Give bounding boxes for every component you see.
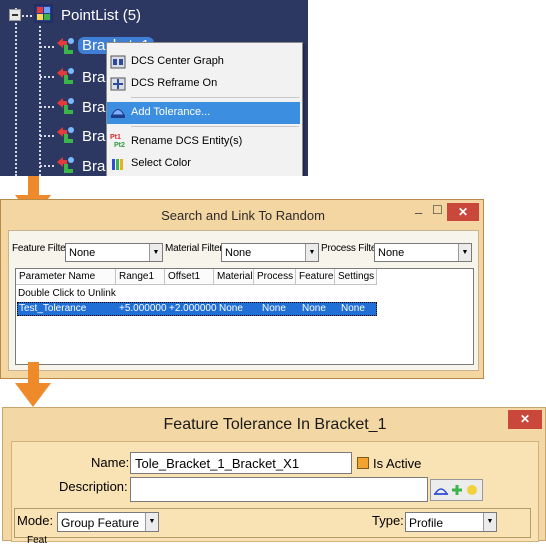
is-active-label: Is Active [373,456,422,471]
cell-process: None [262,303,286,314]
menu-separator [131,97,299,98]
material-filter-combo[interactable]: None ▼ [221,243,319,262]
tolerance-symbol-button[interactable] [430,479,483,501]
description-label: Description: [59,479,128,494]
cell-material: None [219,303,243,314]
tree-connector [40,135,54,137]
tree-connector [40,76,54,78]
description-field[interactable] [130,477,428,502]
process-filter-label: Process Filter [321,243,380,254]
context-menu: DCS Center Graph DCS Reframe On Add Tole… [106,42,303,176]
cell-range1: +5.000000 [119,303,167,314]
dialog-title: Feature Tolerance In Bracket_1 [163,416,387,433]
tree-connector [40,165,54,167]
tree-connector [15,8,17,176]
minimize-button[interactable]: – [415,205,422,220]
column-header-settings[interactable]: Settings [335,269,377,285]
process-filter-combo[interactable]: None ▼ [374,243,472,262]
menu-item-label: Select Color [131,157,191,169]
name-label: Name: [91,455,130,470]
center-graph-icon [110,54,126,70]
mode-combo[interactable]: Group Feature ▼ [57,512,159,532]
dialog-title: Search and Link To Random [161,208,325,223]
bracket-point-icon [55,65,75,85]
bracket-point-icon [55,95,75,115]
column-header-process[interactable]: Process [254,269,296,285]
chevron-down-icon: ▼ [458,244,471,261]
menu-item-label: DCS Reframe On [131,77,218,89]
type-combo[interactable]: Profile ▼ [405,512,497,532]
tree-connector [39,26,41,176]
color-bars-icon [110,156,126,172]
is-active-checkbox[interactable] [357,457,369,469]
rename-icon: Pt1 Pt2 [110,134,125,149]
tree-connector [22,15,32,17]
feature-filter-combo[interactable]: None ▼ [65,243,163,262]
filter-panel: Feature Filter None ▼ Material Filter No… [8,230,479,371]
menu-item-add-tolerance[interactable]: Add Tolerance... [107,102,300,124]
menu-separator [131,126,299,127]
search-link-dialog: Search and Link To Random – ☐ ✕ Feature … [0,199,484,379]
chevron-down-icon: ▼ [483,513,496,531]
tree-root-label[interactable]: PointList (5) [61,7,141,24]
unlink-row[interactable]: Double Click to Unlink [18,288,116,299]
column-header-parameter-name[interactable]: Parameter Name [16,269,116,285]
feature-filter-label: Feature Filter [12,243,69,254]
bracket-point-icon [55,124,75,144]
column-header-material[interactable]: Material [214,269,254,285]
chevron-down-icon: ▼ [145,513,158,531]
mode-label: Mode: [17,513,54,528]
chevron-down-icon: ▼ [149,244,162,261]
tree-connector [40,46,54,48]
cell-settings: None [341,303,365,314]
close-button[interactable]: ✕ [447,203,479,221]
maximize-button[interactable]: ☐ [432,203,443,217]
menu-item-label: Add Tolerance... [131,106,211,118]
cell-offset1: +2.000000 [169,303,217,314]
column-header-offset1[interactable]: Offset1 [165,269,214,285]
bracket-point-icon [55,154,75,174]
type-label: Type: [372,513,404,528]
point-list-icon [32,2,56,26]
material-filter-label: Material Filter [165,243,223,254]
column-header-range1[interactable]: Range1 [116,269,165,285]
menu-item-select-color[interactable]: Select Color [107,153,300,175]
menu-item-dcs-reframe-on[interactable]: DCS Reframe On [107,73,300,95]
menu-item-label: DCS Center Graph [131,55,224,67]
name-field[interactable]: Tole_Bracket_1_Bracket_X1 [130,452,352,474]
bracket-point-icon [55,35,75,55]
reframe-icon [110,76,126,92]
tolerance-symbol-icon [433,482,481,503]
menu-item-rename-dcs-entity[interactable]: Pt1 Pt2 Rename DCS Entity(s) [107,131,300,153]
cell-feature: None [302,303,326,314]
menu-item-label: Rename DCS Entity(s) [131,135,243,147]
parameter-grid[interactable]: Parameter Name Range1 Offset1 Material P… [15,268,474,365]
tree-connector [40,106,54,108]
feature-tolerance-dialog: Feature Tolerance In Bracket_1 ✕ Name: T… [2,407,546,546]
collapse-toggle-icon[interactable] [9,9,21,21]
close-button[interactable]: ✕ [508,410,542,429]
column-header-feature[interactable]: Feature [296,269,335,285]
tolerance-icon [110,105,126,121]
chevron-down-icon: ▼ [305,244,318,261]
menu-item-dcs-center-graph[interactable]: DCS Center Graph [107,51,300,73]
cell-parameter-name: Test_Tolerance [19,303,87,314]
tree-panel: PointList (5) Bracket_1 Bracket_2 Bracke… [0,0,308,176]
